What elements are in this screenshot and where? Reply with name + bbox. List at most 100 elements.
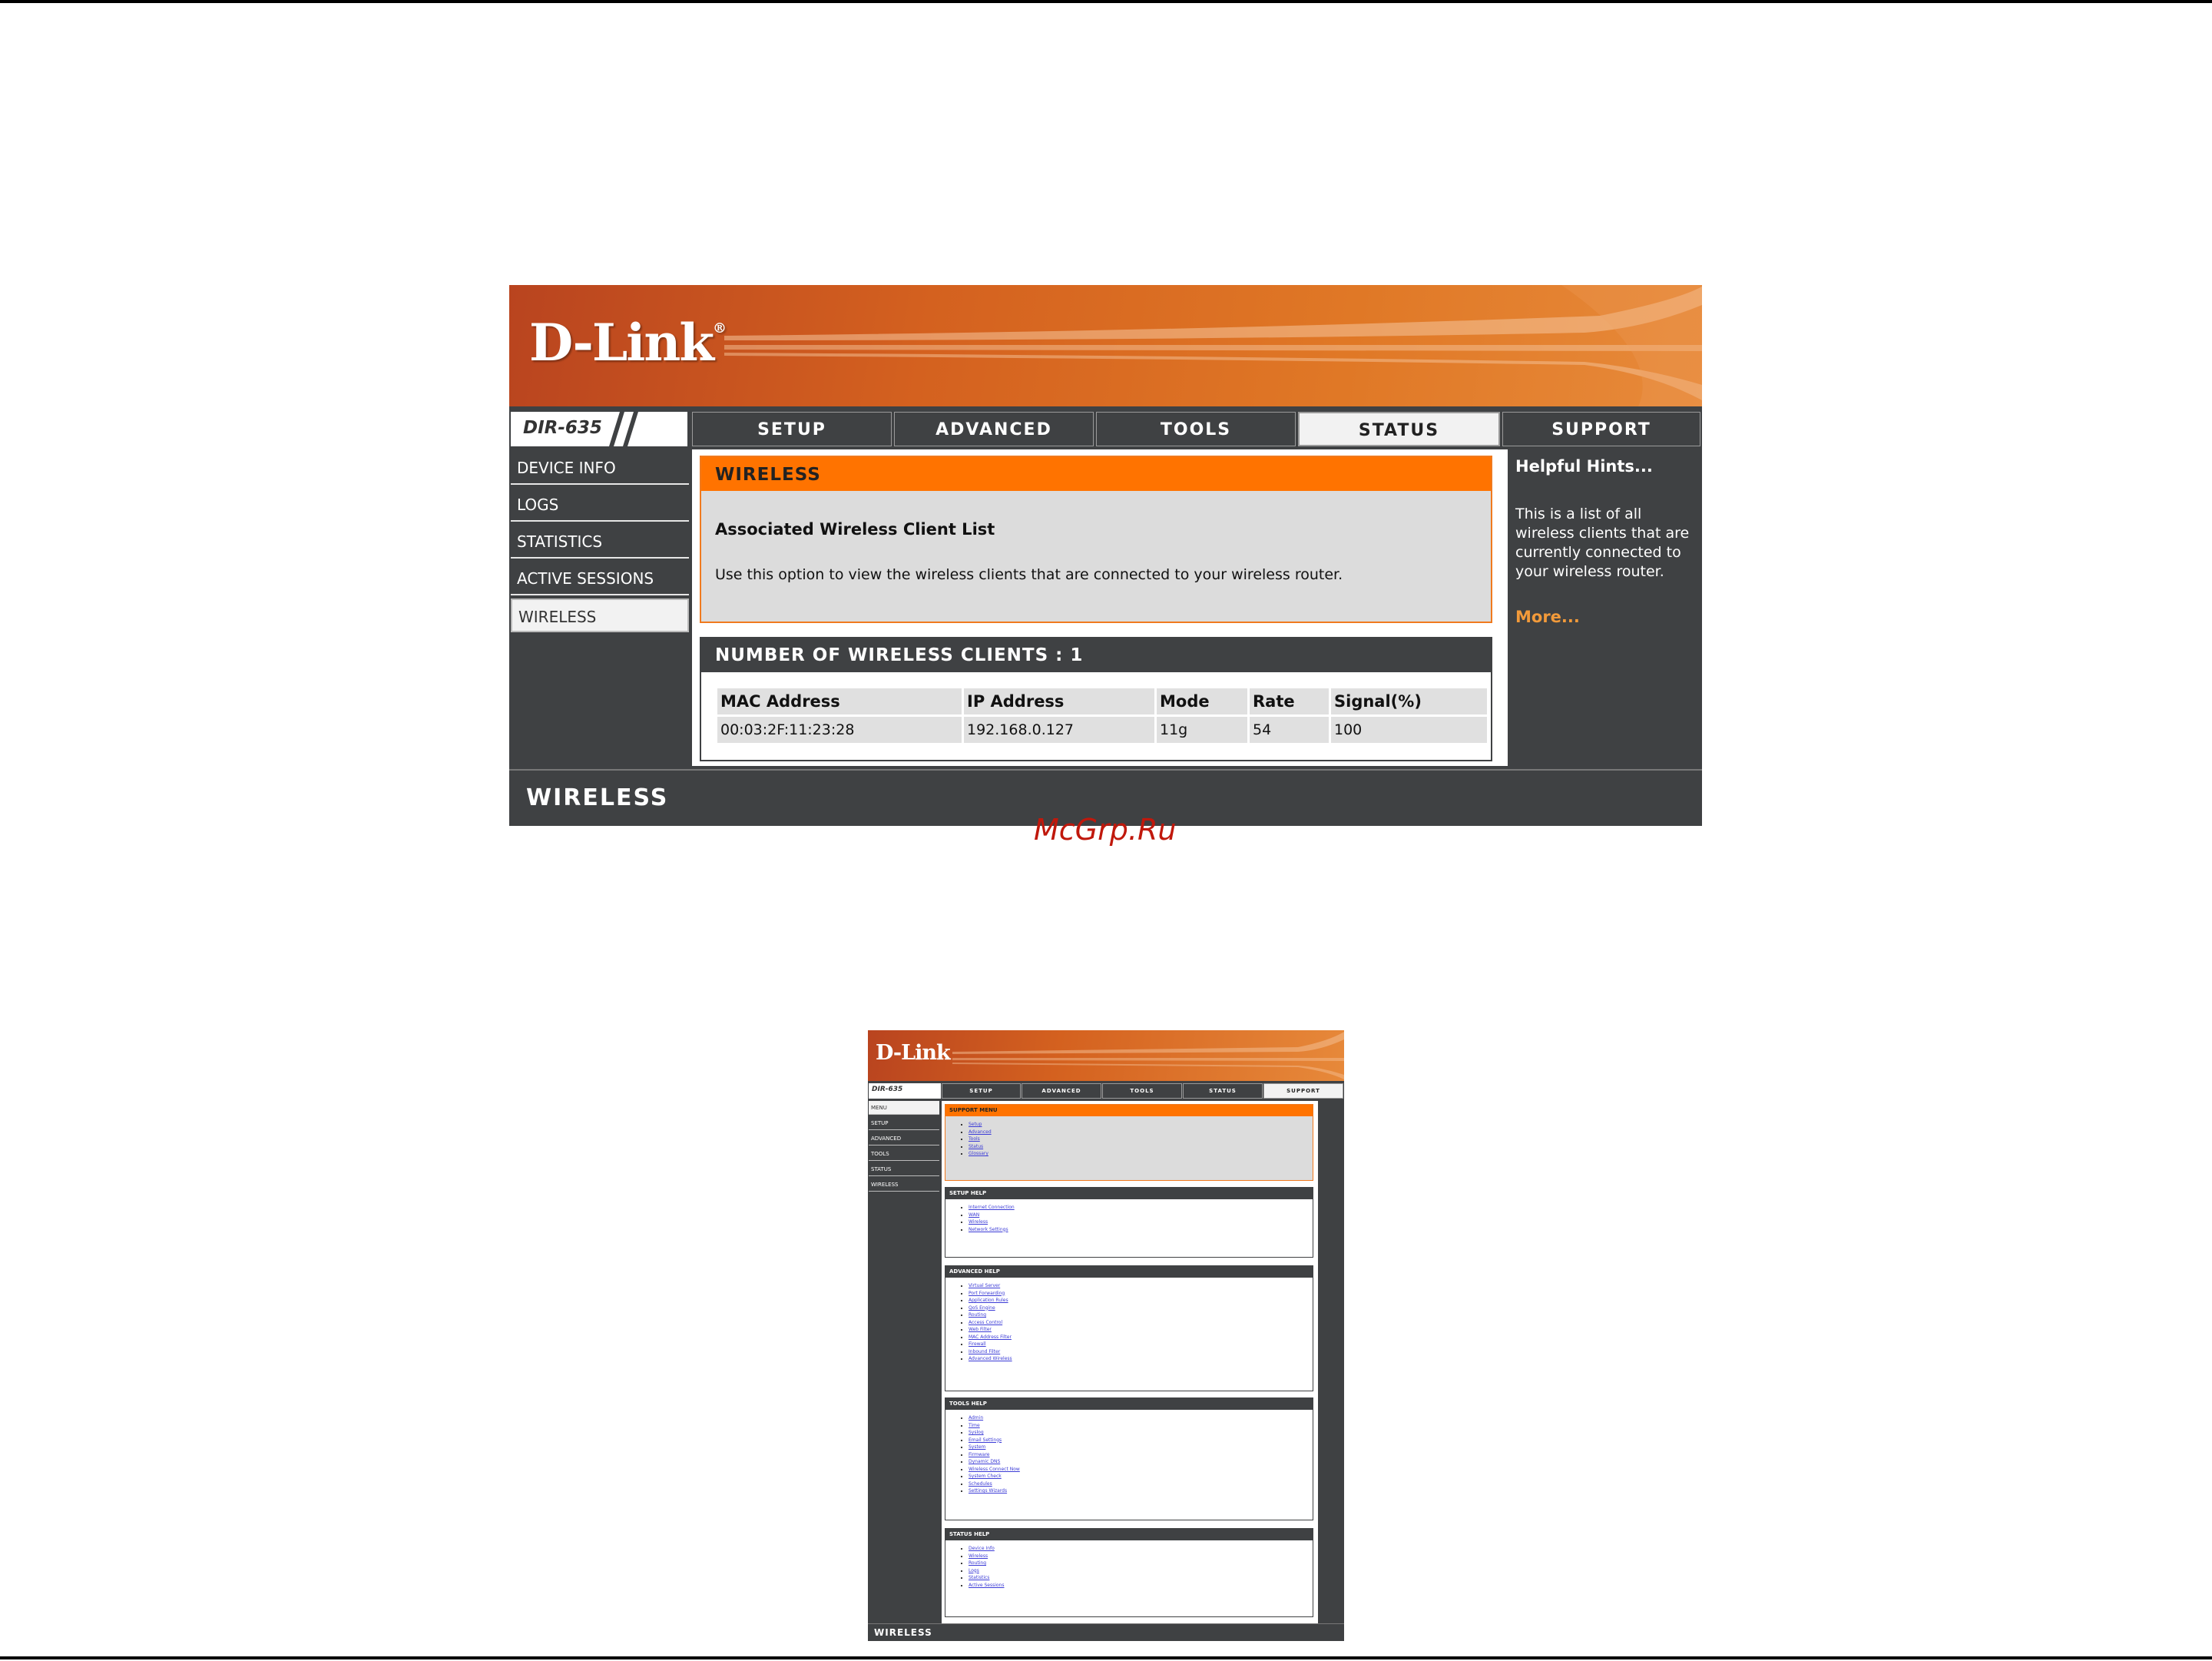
col-ip-address: IP Address — [964, 688, 1154, 714]
tools-help-title: TOOLS HELP — [945, 1398, 1313, 1410]
sidebar-item-statistics[interactable]: STATISTICS — [511, 525, 689, 559]
thumb-sidebar-item-tools[interactable]: TOOLS — [869, 1147, 939, 1161]
link-dynamic-dns[interactable]: Dynamic DNS — [969, 1458, 1313, 1466]
link-syslog[interactable]: Syslog — [969, 1429, 1313, 1437]
thumb-top-nav: DIR-635 SETUP ADVANCED TOOLS STATUS SUPP… — [868, 1082, 1344, 1099]
thumb-main-content: SUPPORT MENU Setup Advanced Tools Status… — [942, 1101, 1318, 1623]
panel-description: Use this option to view the wireless cli… — [715, 566, 1343, 583]
link-email-settings[interactable]: Email Settings — [969, 1437, 1313, 1444]
footer-wireless-label: WIRELESS — [526, 784, 669, 811]
model-badge: DIR-635 — [511, 412, 689, 446]
link-firewall[interactable]: Firewall — [969, 1341, 1313, 1348]
tab-setup[interactable]: SETUP — [692, 412, 892, 446]
router-status-wireless-screenshot: D-Link® DIR-635 SETUP ADVANCED TOOLS STA… — [509, 285, 1702, 826]
link-settings-wizards[interactable]: Settings Wizards — [969, 1487, 1313, 1495]
panel-subtitle: Associated Wireless Client List — [715, 520, 995, 539]
more-link[interactable]: More... — [1515, 608, 1580, 626]
thumb-sidebar-item-wireless[interactable]: WIRELESS — [869, 1178, 939, 1192]
link-inbound-filter[interactable]: Inbound Filter — [969, 1348, 1313, 1356]
link-admin[interactable]: Admin — [969, 1414, 1313, 1422]
top-nav: DIR-635 SETUP ADVANCED TOOLS STATUS SUPP… — [509, 410, 1702, 448]
wireless-clients-panel: NUMBER OF WIRELESS CLIENTS : 1 MAC Addre… — [700, 637, 1492, 761]
link-glossary[interactable]: Glossary — [969, 1150, 1313, 1158]
thumb-tab-tools[interactable]: TOOLS — [1102, 1083, 1182, 1099]
link-advanced[interactable]: Advanced — [969, 1129, 1313, 1136]
thumb-sidebar-item-advanced[interactable]: ADVANCED — [869, 1132, 939, 1145]
link-advanced-wireless[interactable]: Advanced Wireless — [969, 1355, 1313, 1363]
link-schedules[interactable]: Schedules — [969, 1480, 1313, 1488]
link-web-filter[interactable]: Web Filter — [969, 1326, 1313, 1334]
col-mode: Mode — [1157, 688, 1247, 714]
thumb-tab-advanced[interactable]: ADVANCED — [1022, 1083, 1101, 1099]
header-banner: D-Link® — [509, 285, 1702, 406]
link-virtual-server[interactable]: Virtual Server — [969, 1282, 1313, 1290]
link-status[interactable]: Status — [969, 1143, 1313, 1151]
link-routing[interactable]: Routing — [969, 1311, 1313, 1319]
clients-table: MAC Address IP Address Mode Rate Signal(… — [715, 686, 1489, 745]
sidebar-item-wireless[interactable]: WIRELESS — [511, 598, 689, 632]
slash-decoration-icon — [609, 412, 638, 446]
sidebar-item-logs[interactable]: LOGS — [511, 488, 689, 522]
link-status-routing[interactable]: Routing — [969, 1560, 1313, 1567]
router-support-screenshot: D-Link DIR-635 SETUP ADVANCED TOOLS STAT… — [868, 1030, 1344, 1641]
hints-text: This is a list of all wireless clients t… — [1515, 506, 1690, 580]
dlink-logo: D-Link® — [529, 313, 727, 373]
thumb-sidebar: MENU SETUP ADVANCED TOOLS STATUS WIRELES… — [868, 1101, 940, 1623]
tab-advanced[interactable]: ADVANCED — [894, 412, 1094, 446]
link-logs[interactable]: Logs — [969, 1567, 1313, 1575]
link-wireless[interactable]: Wireless — [969, 1218, 1313, 1226]
link-access-control[interactable]: Access Control — [969, 1319, 1313, 1327]
thumb-tab-setup[interactable]: SETUP — [942, 1083, 1021, 1099]
cell-mac: 00:03:2F:11:23:28 — [717, 717, 962, 743]
link-tools[interactable]: Tools — [969, 1136, 1313, 1143]
link-mac-address-filter[interactable]: MAC Address Filter — [969, 1334, 1313, 1341]
link-statistics[interactable]: Statistics — [969, 1574, 1313, 1582]
sidebar-item-active-sessions[interactable]: ACTIVE SESSIONS — [511, 562, 689, 595]
tab-support[interactable]: SUPPORT — [1502, 412, 1700, 446]
link-port-forwarding[interactable]: Port Forwarding — [969, 1290, 1313, 1298]
clients-count-title: NUMBER OF WIRELESS CLIENTS : 1 — [701, 638, 1491, 672]
col-rate: Rate — [1250, 688, 1329, 714]
sidebar: DEVICE INFO LOGS STATISTICS ACTIVE SESSI… — [509, 449, 690, 766]
setup-help-list: Internet Connection WAN Wireless Network… — [961, 1204, 1313, 1233]
table-row: 00:03:2F:11:23:28 192.168.0.127 11g 54 1… — [717, 717, 1487, 743]
thumb-tab-status[interactable]: STATUS — [1183, 1083, 1263, 1099]
thumb-tab-support[interactable]: SUPPORT — [1263, 1083, 1343, 1099]
thumb-header-banner: D-Link — [868, 1030, 1344, 1081]
top-rule — [0, 0, 2212, 3]
thumb-footer-label: WIRELESS — [874, 1627, 932, 1638]
link-internet-connection[interactable]: Internet Connection — [969, 1204, 1313, 1212]
thumb-sidebar-item-setup[interactable]: SETUP — [869, 1116, 939, 1130]
cell-ip: 192.168.0.127 — [964, 717, 1154, 743]
link-firmware[interactable]: Firmware — [969, 1451, 1313, 1459]
support-menu-list: Setup Advanced Tools Status Glossary — [961, 1121, 1313, 1158]
col-signal: Signal(%) — [1331, 688, 1487, 714]
cell-signal: 100 — [1331, 717, 1487, 743]
col-mac-address: MAC Address — [717, 688, 962, 714]
panel-title: WIRELESS — [701, 457, 1491, 491]
support-menu-title: SUPPORT MENU — [945, 1105, 1313, 1116]
link-qos-engine[interactable]: QoS Engine — [969, 1305, 1313, 1312]
thumb-footer-bar: WIRELESS — [868, 1623, 1344, 1641]
link-application-rules[interactable]: Application Rules — [969, 1297, 1313, 1305]
status-help-title: STATUS HELP — [945, 1529, 1313, 1540]
link-time[interactable]: Time — [969, 1422, 1313, 1430]
setup-help-title: SETUP HELP — [945, 1188, 1313, 1199]
advanced-help-box: ADVANCED HELP Virtual Server Port Forwar… — [945, 1265, 1313, 1391]
tab-tools[interactable]: TOOLS — [1096, 412, 1296, 446]
link-setup[interactable]: Setup — [969, 1121, 1313, 1129]
link-wan[interactable]: WAN — [969, 1212, 1313, 1219]
tools-help-list: Admin Time Syslog Email Settings System … — [961, 1414, 1313, 1495]
wireless-info-panel: WIRELESS Associated Wireless Client List… — [700, 456, 1492, 623]
link-system-check[interactable]: System Check — [969, 1473, 1313, 1480]
link-system[interactable]: System — [969, 1444, 1313, 1451]
link-network-settings[interactable]: Network Settings — [969, 1226, 1313, 1234]
link-active-sessions[interactable]: Active Sessions — [969, 1582, 1313, 1590]
link-wireless-connect-now[interactable]: Wireless Connect Now — [969, 1466, 1313, 1474]
thumb-sidebar-item-status[interactable]: STATUS — [869, 1162, 939, 1176]
link-status-wireless[interactable]: Wireless — [969, 1553, 1313, 1560]
link-device-info[interactable]: Device Info — [969, 1545, 1313, 1553]
tab-status[interactable]: STATUS — [1298, 412, 1500, 446]
thumb-sidebar-item-menu[interactable]: MENU — [869, 1101, 939, 1115]
sidebar-item-device-info[interactable]: DEVICE INFO — [511, 451, 689, 485]
